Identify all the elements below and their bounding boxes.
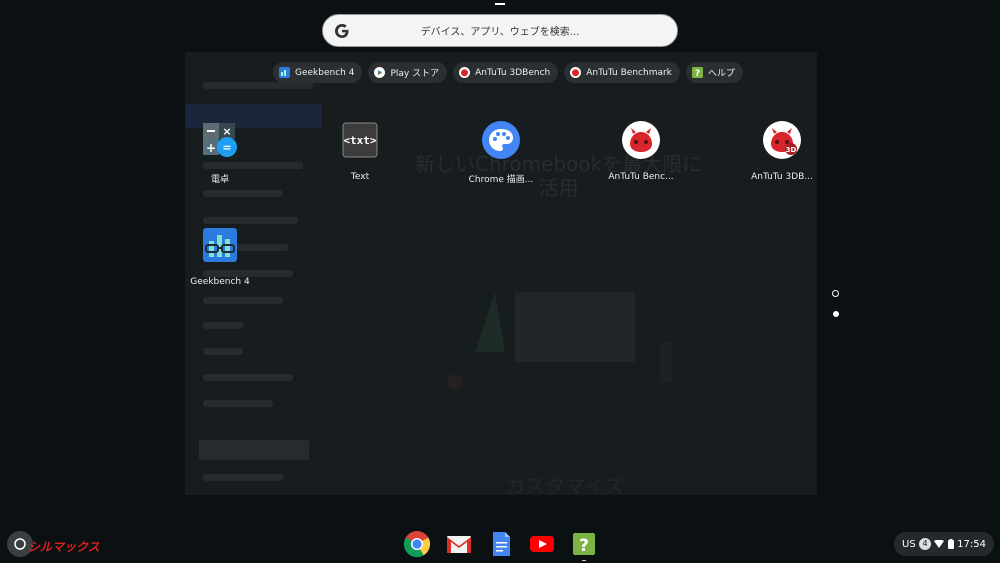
- background-illustration: [447, 292, 672, 390]
- shelf-docs[interactable]: [486, 529, 516, 559]
- app-antutu-3dbench[interactable]: 3D AnTuTu 3DB...: [732, 120, 832, 182]
- battery-icon: [947, 539, 954, 549]
- chrome-canvas-icon: [481, 120, 521, 160]
- launcher-drag-handle[interactable]: [495, 3, 505, 5]
- svg-text:×: ×: [222, 125, 231, 138]
- watermark: シルマックス: [28, 540, 100, 554]
- antutu-icon: [621, 120, 661, 160]
- app-label: 電卓: [210, 175, 229, 185]
- page-indicator-1[interactable]: [832, 290, 839, 297]
- shelf-help[interactable]: ?: [569, 529, 599, 561]
- antutu-icon: [570, 67, 582, 78]
- wifi-icon: [934, 539, 945, 548]
- suggestion-chip-geekbench[interactable]: Geekbench 4: [273, 62, 363, 83]
- app-label: Geekbench 4: [190, 277, 250, 287]
- svg-text:3D: 3D: [786, 146, 797, 154]
- ime-indicator: US: [902, 538, 916, 550]
- text-editor-icon: <txt>: [340, 120, 380, 160]
- app-text[interactable]: <txt> Text: [310, 120, 410, 182]
- shelf-youtube[interactable]: [527, 529, 557, 559]
- chrome-icon: [403, 531, 431, 558]
- suggestion-chips: Geekbench 4 Play ストア AnTuTu 3DBench AnTu…: [273, 62, 743, 83]
- suggestion-chip-antutu-3dbench[interactable]: AnTuTu 3DBench: [453, 62, 559, 83]
- search-input[interactable]: デバイス、アプリ、ウェブを検索...: [323, 23, 677, 38]
- shelf-chrome[interactable]: [402, 529, 432, 559]
- clock: 17:54: [957, 538, 986, 550]
- suggestion-label: AnTuTu 3DBench: [475, 67, 551, 78]
- suggestion-chip-antutu-benchmark[interactable]: AnTuTu Benchmark: [564, 62, 680, 83]
- youtube-icon: [530, 536, 554, 552]
- suggestion-label: AnTuTu Benchmark: [586, 67, 672, 78]
- app-label: AnTuTu 3DB...: [751, 172, 813, 182]
- svg-text:=: =: [222, 141, 231, 154]
- app-calculator[interactable]: × + = 電卓: [170, 120, 270, 185]
- app-label: AnTuTu Benc...: [608, 172, 674, 182]
- suggestion-chip-play-store[interactable]: Play ストア: [368, 62, 448, 83]
- suggestion-chip-help[interactable]: ? ヘルプ: [685, 62, 743, 83]
- notification-badge: 4: [919, 538, 932, 550]
- docs-icon: [493, 532, 510, 556]
- antutu-3d-icon: [459, 67, 471, 78]
- background-bottom-text: カスタマイズ: [505, 474, 625, 498]
- play-store-icon: [374, 67, 386, 78]
- calculator-icon: × + =: [200, 120, 240, 160]
- page-indicator-2[interactable]: [833, 311, 839, 317]
- svg-text:?: ?: [579, 536, 589, 556]
- app-antutu-benchmark[interactable]: AnTuTu Benc...: [591, 120, 691, 182]
- search-box[interactable]: デバイス、アプリ、ウェブを検索...: [322, 14, 678, 47]
- app-label: Text: [350, 172, 370, 182]
- help-icon: ?: [691, 67, 703, 78]
- geekbench-icon: [200, 225, 240, 265]
- svg-text:?: ?: [695, 69, 700, 78]
- svg-text:+: +: [206, 141, 216, 155]
- status-tray[interactable]: US 4 17:54: [894, 532, 994, 556]
- svg-text:<txt>: <txt>: [343, 134, 376, 147]
- app-chrome-canvas[interactable]: Chrome 描画...: [451, 120, 551, 185]
- app-label: Chrome 描画...: [468, 175, 534, 185]
- app-geekbench[interactable]: Geekbench 4: [170, 225, 270, 287]
- help-icon: ?: [573, 533, 595, 556]
- suggestion-label: Play ストア: [390, 69, 440, 79]
- gmail-icon: [447, 536, 471, 553]
- suggestion-label: ヘルプ: [707, 69, 735, 79]
- suggestion-label: Geekbench 4: [295, 67, 355, 78]
- antutu-3d-icon: 3D: [762, 120, 802, 160]
- geekbench-icon: [279, 67, 290, 78]
- running-indicator: [582, 560, 586, 561]
- shelf-gmail[interactable]: [444, 529, 474, 559]
- background-window: 新しいChromebookを最大限に 活用 カスタマイズ: [185, 52, 817, 498]
